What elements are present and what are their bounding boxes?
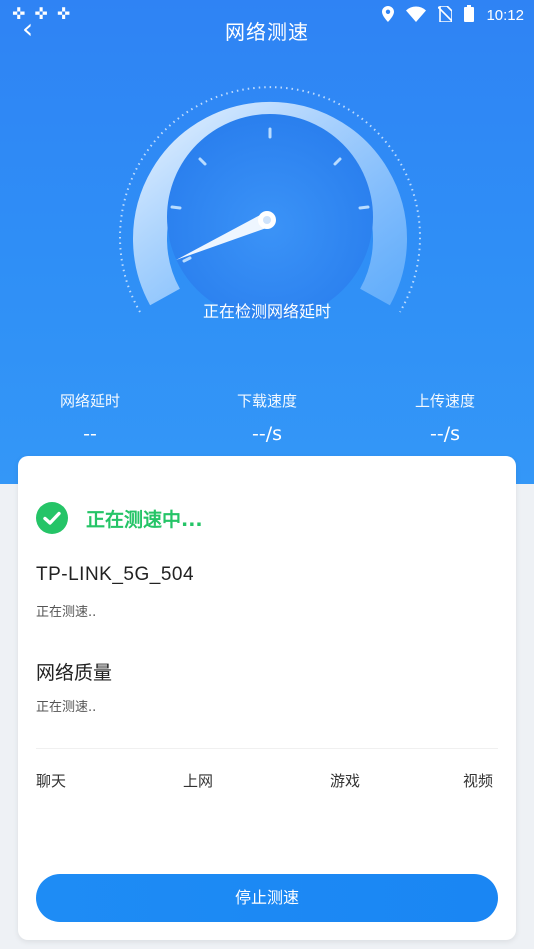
metric-value: --/s: [251, 423, 282, 445]
metric-label: 下载速度: [236, 392, 297, 410]
testing-status-label: 正在测速中...: [86, 509, 203, 531]
metric-latency: 网络延时 --: [0, 390, 180, 445]
speed-gauge: [119, 86, 421, 320]
divider: [36, 748, 498, 749]
gauge-status-text: 正在检测网络延时: [202, 302, 331, 321]
metric-label: 上传速度: [414, 392, 475, 410]
check-circle-icon: [36, 502, 68, 534]
result-card: 正在测速中... TP-LINK_5G_504 正在测速.. 网络质量 正在测速…: [18, 456, 516, 940]
category-chat: 聊天: [36, 772, 67, 790]
metric-value: --: [83, 423, 97, 445]
network-quality-title: 网络质量: [36, 662, 113, 684]
ssid-status-text: 正在测速..: [36, 605, 97, 620]
category-game: 游戏: [330, 772, 361, 790]
wifi-ssid: TP-LINK_5G_504: [36, 564, 195, 585]
metric-upload: 上传速度 --/s: [355, 390, 534, 445]
metric-value: --/s: [429, 423, 460, 445]
stop-test-button[interactable]: 停止测速: [36, 874, 498, 922]
quality-status-text: 正在测速..: [36, 700, 97, 715]
category-browse: 上网: [183, 772, 214, 790]
page-title: 网络测速: [225, 20, 309, 44]
metric-label: 网络延时: [59, 392, 120, 410]
category-video: 视频: [463, 772, 494, 790]
metric-download: 下载速度 --/s: [177, 390, 357, 445]
